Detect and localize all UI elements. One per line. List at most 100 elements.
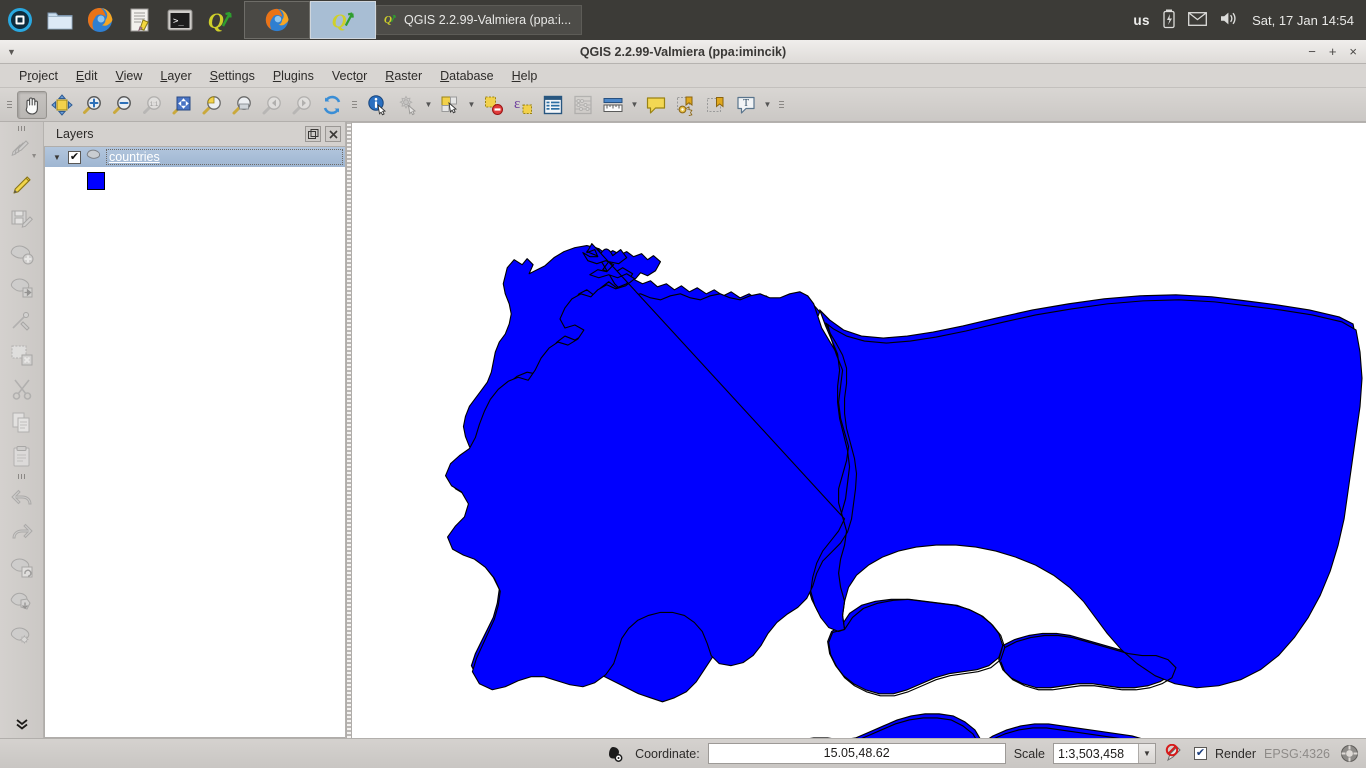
toolbar-grip[interactable]: [5, 95, 14, 115]
current-edits-chevron-down-icon[interactable]: ▼: [31, 153, 38, 160]
clock[interactable]: Sat, 17 Jan 14:54: [1252, 13, 1354, 28]
window-menu-icon[interactable]: ▼: [7, 47, 16, 57]
menu-help[interactable]: Help: [503, 66, 547, 86]
layers-tree[interactable]: ▼ ✔ countries: [44, 146, 345, 738]
render-checkbox[interactable]: ✔: [1193, 747, 1207, 760]
digitizing-toolbar-expand-button[interactable]: [5, 710, 39, 738]
float-panel-button[interactable]: [305, 126, 321, 142]
redo-button[interactable]: [5, 516, 39, 550]
coordinate-input[interactable]: 15.05,48.62: [707, 743, 1006, 764]
toolbar-overflow-grip[interactable]: [777, 95, 786, 115]
text-editor-icon[interactable]: [120, 0, 160, 40]
app-menu-icon[interactable]: [0, 0, 40, 40]
toolbar-grip-attributes[interactable]: [350, 95, 359, 115]
scale-combobox[interactable]: 1:3,503,458 ▼: [1052, 743, 1156, 764]
run-feature-action-button[interactable]: [392, 91, 422, 119]
annotation-options-chevron-down-icon[interactable]: ▼: [761, 91, 774, 119]
close-button[interactable]: ×: [1349, 45, 1357, 58]
select-features-button[interactable]: [435, 91, 465, 119]
zoom-to-layer-button[interactable]: [227, 91, 257, 119]
zoom-full-button[interactable]: [167, 91, 197, 119]
identify-features-button[interactable]: [362, 91, 392, 119]
menubar: Project Edit View Layer Settings Plugins…: [0, 64, 1366, 88]
layers-panel-header: Layers: [44, 122, 345, 146]
measure-line-button[interactable]: [598, 91, 628, 119]
window-button-firefox[interactable]: [244, 1, 310, 39]
layer-expander-chevron-down-icon[interactable]: ▼: [53, 153, 63, 162]
menu-layer[interactable]: Layer: [151, 66, 200, 86]
identify-options-chevron-down-icon[interactable]: ▼: [422, 91, 435, 119]
digitizing-toolbar-grip[interactable]: [12, 126, 32, 134]
messages-icon[interactable]: [605, 743, 627, 765]
open-attribute-table-button[interactable]: [538, 91, 568, 119]
map-canvas[interactable]: [352, 122, 1366, 738]
mail-icon[interactable]: [1188, 11, 1208, 29]
zoom-native-resolution-button[interactable]: 1:1: [137, 91, 167, 119]
file-manager-icon[interactable]: [40, 0, 80, 40]
move-feature-button[interactable]: [5, 270, 39, 304]
add-ring-button[interactable]: [5, 618, 39, 652]
new-bookmark-button[interactable]: [671, 91, 701, 119]
undo-button[interactable]: [5, 482, 39, 516]
digitizing-toolbar-grip-2[interactable]: [12, 474, 32, 482]
menu-vector[interactable]: Vector: [323, 66, 376, 86]
map-tips-button[interactable]: [641, 91, 671, 119]
minimize-button[interactable]: −: [1308, 45, 1316, 58]
show-bookmarks-button[interactable]: [701, 91, 731, 119]
taskbar-window-buttons: Q: [244, 1, 376, 39]
node-tool-button[interactable]: [5, 304, 39, 338]
epsg-label[interactable]: EPSG:4326: [1264, 747, 1330, 761]
zoom-in-button[interactable]: [77, 91, 107, 119]
menu-raster[interactable]: Raster: [376, 66, 431, 86]
select-options-chevron-down-icon[interactable]: ▼: [465, 91, 478, 119]
terminal-icon[interactable]: >_: [160, 0, 200, 40]
delete-selected-button[interactable]: [5, 338, 39, 372]
rotate-point-symbols-button[interactable]: [5, 550, 39, 584]
taskbar-task-qgis[interactable]: Q QGIS 2.2.99-Valmiera (ppa:i...: [376, 5, 583, 35]
pan-map-to-selection-button[interactable]: [47, 91, 77, 119]
open-field-calculator-button[interactable]: [568, 91, 598, 119]
add-feature-button[interactable]: [5, 236, 39, 270]
save-layer-edits-button[interactable]: [5, 202, 39, 236]
close-panel-button[interactable]: [325, 126, 341, 142]
menu-project[interactable]: Project: [10, 66, 67, 86]
zoom-next-button[interactable]: [287, 91, 317, 119]
refresh-button[interactable]: [317, 91, 347, 119]
deselect-features-button[interactable]: [478, 91, 508, 119]
text-annotation-button[interactable]: T: [731, 91, 761, 119]
paste-features-button[interactable]: [5, 440, 39, 474]
menu-plugins[interactable]: Plugins: [264, 66, 323, 86]
zoom-to-selection-button[interactable]: [197, 91, 227, 119]
window-button-qgis[interactable]: Q: [310, 1, 376, 39]
cut-features-button[interactable]: [5, 372, 39, 406]
volume-icon[interactable]: [1220, 11, 1239, 29]
layer-symbol-swatch[interactable]: [87, 172, 105, 190]
current-edits-button[interactable]: ▼: [5, 134, 39, 168]
crs-status-icon[interactable]: [1338, 743, 1360, 765]
scale-value[interactable]: 1:3,503,458: [1054, 744, 1138, 763]
toggle-editing-button[interactable]: [5, 168, 39, 202]
select-by-expression-button[interactable]: ε: [508, 91, 538, 119]
pan-map-button[interactable]: [17, 90, 47, 119]
menu-view[interactable]: View: [106, 66, 151, 86]
maximize-button[interactable]: +: [1329, 45, 1337, 58]
measure-options-chevron-down-icon[interactable]: ▼: [628, 91, 641, 119]
copy-features-button[interactable]: [5, 406, 39, 440]
zoom-out-button[interactable]: [107, 91, 137, 119]
scale-chevron-down-icon[interactable]: ▼: [1137, 744, 1155, 763]
keyboard-layout-indicator[interactable]: us: [1133, 13, 1150, 28]
layer-tree-item-countries[interactable]: ▼ ✔ countries: [45, 147, 345, 167]
battery-icon[interactable]: [1163, 9, 1175, 32]
layer-name-label[interactable]: countries: [106, 149, 343, 165]
qgis-icon[interactable]: Q: [200, 0, 240, 40]
svg-text:Q: Q: [208, 8, 224, 33]
firefox-icon[interactable]: [80, 0, 120, 40]
svg-text:>_: >_: [173, 17, 184, 27]
menu-settings[interactable]: Settings: [201, 66, 264, 86]
layer-visibility-checkbox[interactable]: ✔: [68, 150, 81, 164]
menu-edit[interactable]: Edit: [67, 66, 107, 86]
simplify-feature-button[interactable]: [5, 584, 39, 618]
menu-database[interactable]: Database: [431, 66, 503, 86]
stop-rendering-icon[interactable]: [1164, 743, 1186, 765]
zoom-last-button[interactable]: [257, 91, 287, 119]
